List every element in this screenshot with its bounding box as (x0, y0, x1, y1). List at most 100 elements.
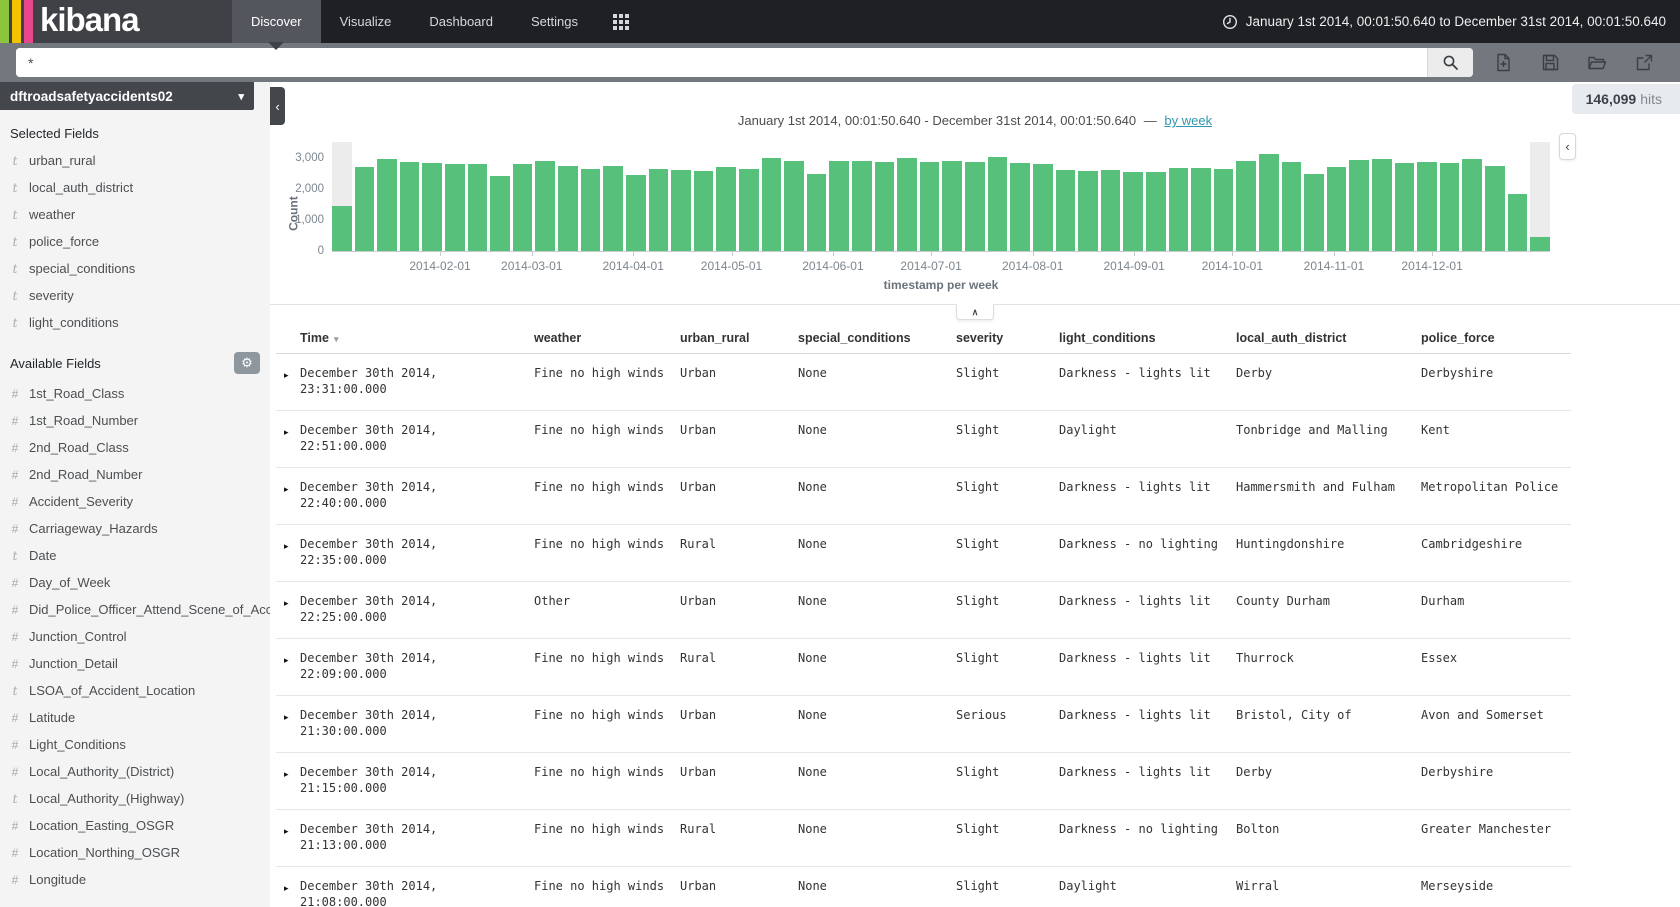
bar[interactable] (988, 157, 1008, 251)
column-header-light_conditions[interactable]: light_conditions (1059, 325, 1236, 354)
bar[interactable] (1372, 159, 1392, 251)
field-item[interactable]: #Latitude (0, 704, 270, 731)
share-button[interactable] (1634, 53, 1654, 73)
kibana-logo[interactable]: kibana (0, 0, 232, 43)
field-item[interactable]: #Day_of_Week (0, 569, 270, 596)
column-header-weather[interactable]: weather (534, 325, 680, 354)
index-pattern-selector[interactable]: dftroadsafetyaccidents02 ▾ (0, 82, 254, 110)
bar[interactable] (829, 161, 849, 251)
bar[interactable] (784, 161, 804, 251)
field-item[interactable]: tLocal_Authority_(Highway) (0, 785, 270, 812)
collapse-sidebar-button[interactable]: ‹ (270, 87, 285, 125)
bar[interactable] (1214, 169, 1234, 251)
new-search-button[interactable] (1493, 53, 1513, 73)
bar[interactable] (1485, 166, 1505, 251)
expand-row-button[interactable]: ▸ (276, 867, 300, 907)
bar[interactable] (897, 158, 917, 251)
bar[interactable] (1191, 168, 1211, 251)
field-item[interactable]: #Local_Authority_(District) (0, 758, 270, 785)
field-item[interactable]: #Junction_Control (0, 623, 270, 650)
bar[interactable] (1101, 170, 1121, 251)
bar[interactable] (1508, 194, 1528, 251)
field-item[interactable]: tlocal_auth_district (0, 174, 270, 201)
bar[interactable] (422, 163, 442, 251)
bar[interactable] (468, 164, 488, 251)
column-header-time[interactable]: Time▾ (300, 325, 534, 354)
bar[interactable] (694, 171, 714, 251)
open-search-button[interactable] (1587, 53, 1607, 73)
bar[interactable] (1440, 163, 1460, 251)
interval-link[interactable]: by week (1164, 113, 1212, 128)
field-item[interactable]: tseverity (0, 282, 270, 309)
bar[interactable] (942, 161, 962, 251)
expand-row-button[interactable]: ▸ (276, 354, 300, 411)
field-item[interactable]: #Longitude (0, 866, 270, 893)
bar[interactable] (875, 162, 895, 251)
field-item[interactable]: tspecial_conditions (0, 255, 270, 282)
field-item[interactable]: #1st_Road_Number (0, 407, 270, 434)
nav-item-settings[interactable]: Settings (512, 0, 597, 43)
nav-item-visualize[interactable]: Visualize (321, 0, 411, 43)
field-item[interactable]: #Light_Conditions (0, 731, 270, 758)
bar[interactable] (490, 176, 510, 251)
bar[interactable] (1349, 160, 1369, 251)
field-item[interactable]: #Location_Northing_OSGR (0, 839, 270, 866)
bar[interactable] (1530, 237, 1550, 251)
field-item[interactable]: #Junction_Detail (0, 650, 270, 677)
bar[interactable] (1123, 172, 1143, 251)
bar[interactable] (377, 159, 397, 251)
bar[interactable] (1462, 159, 1482, 251)
bar[interactable] (626, 175, 646, 251)
nav-item-dashboard[interactable]: Dashboard (410, 0, 512, 43)
field-item[interactable]: tlight_conditions (0, 309, 270, 336)
expand-row-button[interactable]: ▸ (276, 810, 300, 867)
expand-row-button[interactable]: ▸ (276, 525, 300, 582)
bar[interactable] (1078, 171, 1098, 251)
bar[interactable] (558, 166, 578, 251)
bar[interactable] (852, 161, 872, 251)
column-header-severity[interactable]: severity (956, 325, 1059, 354)
field-item[interactable]: #1st_Road_Class (0, 380, 270, 407)
bar[interactable] (332, 206, 352, 251)
bar[interactable] (1282, 162, 1302, 251)
field-item[interactable]: #Location_Easting_OSGR (0, 812, 270, 839)
bar[interactable] (1395, 163, 1415, 251)
column-header-police_force[interactable]: police_force (1421, 325, 1571, 354)
bar[interactable] (920, 162, 940, 251)
field-item[interactable]: tDate (0, 542, 270, 569)
bar[interactable] (716, 167, 736, 251)
bar[interactable] (603, 166, 623, 251)
collapse-chart-right-button[interactable]: ‹ (1559, 133, 1576, 160)
bar[interactable] (1033, 164, 1053, 251)
bar[interactable] (581, 169, 601, 251)
bar[interactable] (649, 169, 669, 251)
bar[interactable] (1146, 172, 1166, 251)
column-header-urban_rural[interactable]: urban_rural (680, 325, 798, 354)
bar[interactable] (739, 169, 759, 251)
nav-item-discover[interactable]: Discover (232, 0, 321, 43)
bar[interactable] (1327, 167, 1347, 251)
column-header-local_auth_district[interactable]: local_auth_district (1236, 325, 1421, 354)
bar[interactable] (1417, 162, 1437, 251)
field-item[interactable]: tpolice_force (0, 228, 270, 255)
search-input[interactable] (16, 48, 1427, 77)
bar[interactable] (1056, 170, 1076, 251)
bar[interactable] (671, 170, 691, 251)
bar[interactable] (1236, 161, 1256, 251)
expand-row-button[interactable]: ▸ (276, 696, 300, 753)
bar[interactable] (513, 164, 533, 251)
field-item[interactable]: turban_rural (0, 147, 270, 174)
bar[interactable] (1010, 163, 1030, 251)
field-settings-button[interactable]: ⚙ (234, 352, 260, 374)
field-item[interactable]: #Carriageway_Hazards (0, 515, 270, 542)
bar[interactable] (400, 162, 420, 251)
search-button[interactable] (1427, 48, 1473, 77)
column-header-special_conditions[interactable]: special_conditions (798, 325, 956, 354)
save-search-button[interactable] (1540, 53, 1560, 73)
field-item[interactable]: tLSOA_of_Accident_Location (0, 677, 270, 704)
expand-row-button[interactable]: ▸ (276, 468, 300, 525)
apps-menu-button[interactable] (597, 0, 645, 43)
bar[interactable] (535, 161, 555, 251)
expand-row-button[interactable]: ▸ (276, 753, 300, 810)
field-item[interactable]: #Did_Police_Officer_Attend_Scene_of_Acci… (0, 596, 270, 623)
